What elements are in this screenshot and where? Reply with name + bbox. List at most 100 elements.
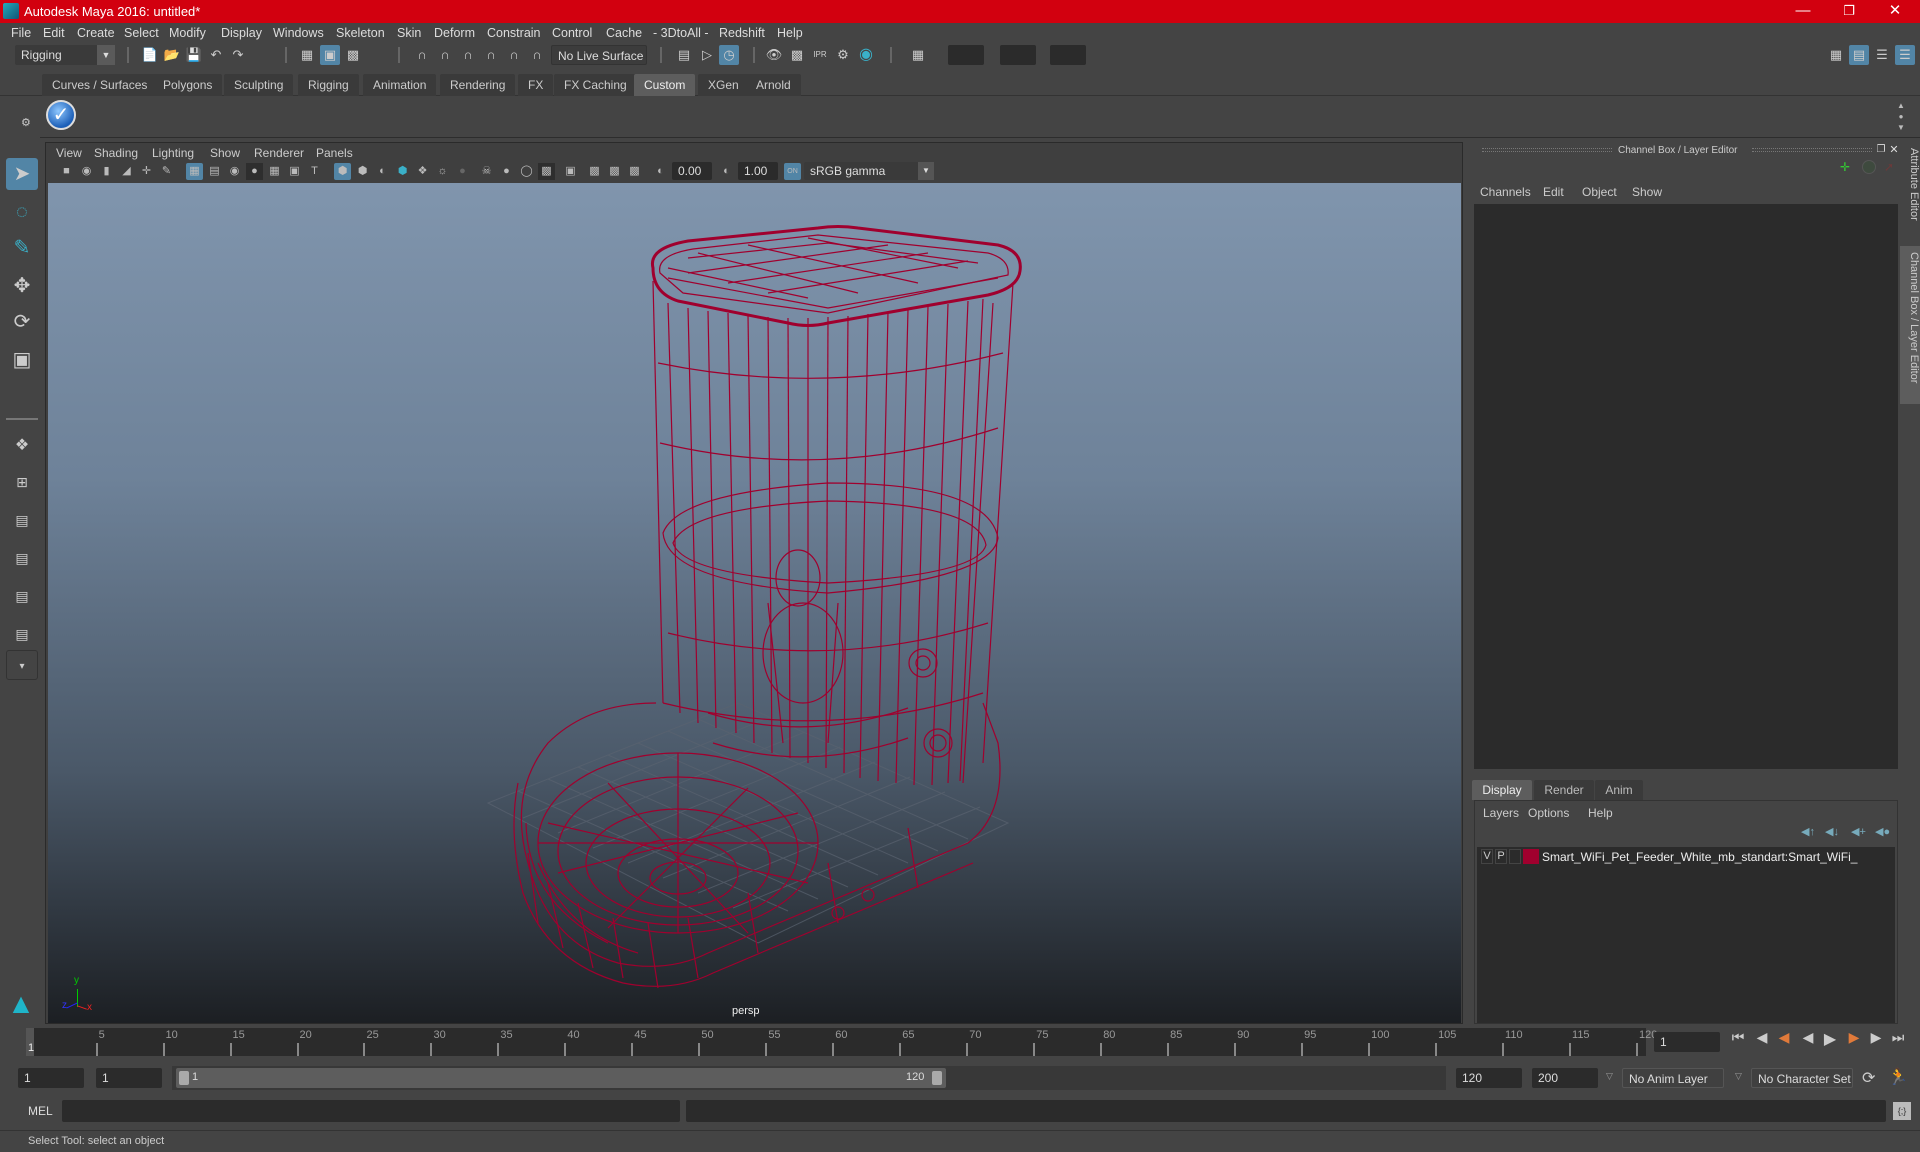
- menu-skin[interactable]: Skin: [397, 26, 421, 40]
- menu-control[interactable]: Control: [552, 26, 592, 40]
- tool-settings-toggle-icon[interactable]: ☰: [1872, 45, 1892, 65]
- default-material-icon[interactable]: ◐: [374, 163, 391, 180]
- attribute-editor-toggle-icon[interactable]: ▤: [1849, 45, 1869, 65]
- animation-preferences-icon[interactable]: 🏃: [1888, 1067, 1908, 1087]
- minimize-button[interactable]: —: [1780, 0, 1826, 23]
- shelf-tab-custom[interactable]: Custom: [634, 74, 696, 96]
- input-ops-icon[interactable]: ▤: [674, 45, 694, 65]
- motion-blur-icon[interactable]: ●: [498, 163, 515, 180]
- y-coordinate-input[interactable]: [1000, 45, 1036, 65]
- viewport-menu-renderer[interactable]: Renderer: [254, 146, 304, 160]
- layout-more-button[interactable]: ▾: [6, 650, 38, 680]
- character-set-chevron-icon[interactable]: ▽: [1735, 1071, 1742, 1082]
- layer-menu-help[interactable]: Help: [1588, 806, 1613, 820]
- viewport-menu-show[interactable]: Show: [210, 146, 240, 160]
- go-to-end-icon[interactable]: ⏭: [1888, 1029, 1908, 1046]
- layer-row[interactable]: V P Smart_WiFi_Pet_Feeder_White_mb_stand…: [1477, 847, 1895, 867]
- select-by-component-icon[interactable]: ▩: [343, 45, 363, 65]
- wireframe-on-shaded-icon[interactable]: ⬢: [394, 163, 411, 180]
- undo-icon[interactable]: ↶: [206, 45, 226, 65]
- image-plane-icon[interactable]: ◢: [118, 163, 135, 180]
- step-back-frame-icon[interactable]: ◀: [1774, 1029, 1794, 1046]
- safe-action-icon[interactable]: ▣: [286, 163, 303, 180]
- layer-menu-layers[interactable]: Layers: [1483, 806, 1519, 820]
- channel-menu-object[interactable]: Object: [1582, 185, 1617, 199]
- end-time-input[interactable]: 200: [1532, 1068, 1598, 1088]
- smooth-shade-icon[interactable]: ⬢: [354, 163, 371, 180]
- color-management-toggle-icon[interactable]: ON: [784, 163, 801, 180]
- move-layer-down-icon[interactable]: ◀↓: [1825, 825, 1839, 838]
- menu-select[interactable]: Select: [124, 26, 159, 40]
- menu-help[interactable]: Help: [777, 26, 803, 40]
- select-tool-icon[interactable]: ➤: [6, 158, 38, 190]
- select-by-object-icon[interactable]: ▣: [320, 45, 340, 65]
- ambient-occlusion-icon[interactable]: ☠: [478, 163, 495, 180]
- snap-curve-icon[interactable]: ∩: [435, 45, 455, 65]
- transform-constraint-icon[interactable]: ▦: [908, 45, 928, 65]
- ipr-render-icon[interactable]: IPR: [810, 45, 830, 65]
- four-view-layout-icon[interactable]: ⊞: [6, 466, 38, 498]
- move-layer-up-icon[interactable]: ◀↑: [1801, 825, 1815, 838]
- snap-view-plane-icon[interactable]: ∩: [481, 45, 501, 65]
- x-coordinate-input[interactable]: [948, 45, 984, 65]
- playback-end-input[interactable]: 120: [1456, 1068, 1522, 1088]
- close-button[interactable]: ✕: [1872, 0, 1918, 23]
- range-end-handle[interactable]: [932, 1071, 942, 1085]
- range-start-handle[interactable]: [179, 1071, 189, 1085]
- select-camera-icon[interactable]: ■: [58, 163, 75, 180]
- gate-mask-icon[interactable]: ●: [246, 163, 263, 180]
- textured-icon[interactable]: ❖: [414, 163, 431, 180]
- z-coordinate-input[interactable]: [1050, 45, 1086, 65]
- shelf-tab-arnold[interactable]: Arnold: [746, 74, 801, 96]
- shelf-scroll-icon[interactable]: ▲ ● ▼: [1895, 100, 1907, 133]
- step-forward-frame-icon[interactable]: ▶: [1844, 1029, 1864, 1046]
- character-set-dropdown[interactable]: No Character Set: [1751, 1068, 1853, 1088]
- live-surface-field[interactable]: No Live Surface: [551, 45, 647, 65]
- snap-grid-icon[interactable]: ∩: [412, 45, 432, 65]
- menu-skeleton[interactable]: Skeleton: [336, 26, 385, 40]
- start-time-input[interactable]: 1: [18, 1068, 84, 1088]
- color-space-dropdown[interactable]: sRGB gamma ▼: [804, 162, 934, 180]
- current-frame-input[interactable]: 1: [1654, 1032, 1720, 1052]
- channel-box-toggle-icon[interactable]: ☰: [1895, 45, 1915, 65]
- command-input[interactable]: [62, 1100, 680, 1122]
- shadows-icon[interactable]: ●: [454, 163, 471, 180]
- grid-toggle-icon[interactable]: ▦: [186, 163, 203, 180]
- panel-drag-handle[interactable]: [1752, 148, 1872, 152]
- play-forwards-icon[interactable]: ▶: [1820, 1029, 1840, 1049]
- shelf-tab-fx-caching[interactable]: FX Caching: [554, 74, 637, 96]
- shelf-tab-curves-surfaces[interactable]: Curves / Surfaces: [42, 74, 158, 96]
- channel-sync-icon[interactable]: [1862, 160, 1876, 174]
- menu-display[interactable]: Display: [221, 26, 262, 40]
- use-all-lights-icon[interactable]: ☼: [434, 163, 451, 180]
- menu-deform[interactable]: Deform: [434, 26, 475, 40]
- channel-menu-channels[interactable]: Channels: [1480, 185, 1531, 199]
- persp-hypershade-layout-icon[interactable]: ▤: [6, 580, 38, 612]
- range-slider-bar[interactable]: 1 120: [176, 1068, 946, 1088]
- scale-tool-icon[interactable]: ▣: [6, 344, 38, 376]
- checkmark-shelf-icon[interactable]: ✓: [46, 100, 76, 130]
- field-chart-icon[interactable]: ▦: [266, 163, 283, 180]
- camera-attributes-icon[interactable]: ◉: [78, 163, 95, 180]
- persp-graph-layout-icon[interactable]: ▤: [6, 542, 38, 574]
- viewport-menu-lighting[interactable]: Lighting: [152, 146, 194, 160]
- snap-surface-icon[interactable]: ∩: [504, 45, 524, 65]
- anti-aliasing-icon[interactable]: ◯: [518, 163, 535, 180]
- save-scene-icon[interactable]: 💾: [184, 45, 204, 65]
- channel-menu-edit[interactable]: Edit: [1543, 185, 1564, 199]
- go-to-start-icon[interactable]: ⏮: [1728, 1029, 1748, 1046]
- step-forward-key-icon[interactable]: ▶: [1866, 1029, 1886, 1046]
- menu-file[interactable]: File: [11, 26, 31, 40]
- lasso-tool-icon[interactable]: ◌: [6, 196, 38, 228]
- exposure-input[interactable]: 0.00: [672, 162, 712, 180]
- render-view-icon[interactable]: 👁: [764, 45, 784, 65]
- layer-menu-options[interactable]: Options: [1528, 806, 1569, 820]
- single-perspective-layout-icon[interactable]: ❖: [6, 430, 38, 462]
- channel-menu-show[interactable]: Show: [1632, 185, 1662, 199]
- xray-active-components-icon[interactable]: ▩: [606, 163, 623, 180]
- shelf-tab-polygons[interactable]: Polygons: [153, 74, 223, 96]
- depth-of-field-icon[interactable]: ▩: [538, 163, 555, 180]
- play-backwards-icon[interactable]: ◀: [1798, 1029, 1818, 1046]
- menu-create[interactable]: Create: [77, 26, 115, 40]
- film-gate-icon[interactable]: ▤: [206, 163, 223, 180]
